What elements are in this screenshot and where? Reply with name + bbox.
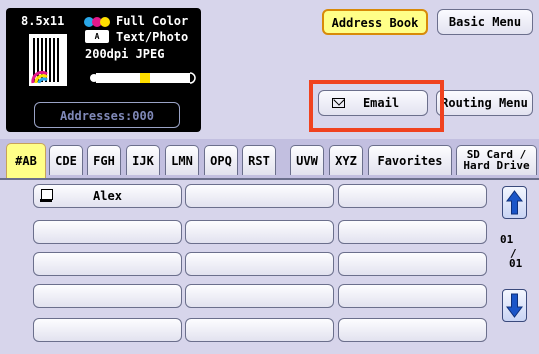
- address-entry[interactable]: [338, 318, 487, 342]
- tab-opq[interactable]: OPQ: [204, 145, 238, 175]
- address-entry[interactable]: [338, 220, 487, 244]
- page-up-button[interactable]: [502, 186, 527, 219]
- email-highlight-box: [309, 80, 444, 132]
- density-slider: [90, 72, 196, 84]
- status-panel: 8.5x11 Full Color A Text/Photo 200dpi JP…: [6, 8, 201, 132]
- address-entry[interactable]: [185, 284, 334, 308]
- image-mode-icon: A: [85, 30, 109, 43]
- tab-sd-card[interactable]: SD Card / Hard Drive: [456, 145, 537, 175]
- tab-fgh[interactable]: FGH: [87, 145, 121, 175]
- address-entry[interactable]: [33, 220, 182, 244]
- address-entry[interactable]: [185, 318, 334, 342]
- tab-bar: #AB CDE FGH IJK LMN OPQ RST UVW XYZ Favo…: [0, 139, 539, 179]
- address-entry[interactable]: [33, 284, 182, 308]
- address-entry[interactable]: [33, 318, 182, 342]
- address-entry[interactable]: [185, 184, 334, 208]
- pager: 01 / 01: [498, 186, 532, 334]
- address-entry[interactable]: Alex: [33, 184, 182, 208]
- address-entry[interactable]: [338, 252, 487, 276]
- resolution-label: 200dpi JPEG: [85, 47, 165, 61]
- tab-favorites[interactable]: Favorites: [368, 145, 452, 175]
- tab-ijk[interactable]: IJK: [126, 145, 160, 175]
- tab-sd-card-line2: Hard Drive: [463, 159, 530, 172]
- color-mode-label: Full Color: [116, 14, 189, 28]
- page-down-button[interactable]: [502, 289, 527, 322]
- tab-uvw[interactable]: UVW: [290, 145, 324, 175]
- tab-lmn[interactable]: LMN: [165, 145, 199, 175]
- up-arrow-icon: [506, 190, 523, 215]
- address-entry-label: Alex: [93, 189, 122, 203]
- tab-divider: [0, 178, 539, 180]
- routing-menu-button[interactable]: Routing Menu: [436, 90, 533, 116]
- address-entry[interactable]: [338, 284, 487, 308]
- down-arrow-icon: [506, 293, 523, 318]
- page-icon: [29, 34, 67, 86]
- image-mode-label: Text/Photo: [116, 30, 189, 44]
- address-entry[interactable]: [185, 252, 334, 276]
- address-entry[interactable]: [33, 252, 182, 276]
- tab-ab[interactable]: #AB: [6, 143, 46, 179]
- paper-size-label: 8.5x11: [21, 14, 65, 28]
- color-mode-icon: [84, 17, 110, 27]
- address-entry[interactable]: [338, 184, 487, 208]
- address-book-button[interactable]: Address Book: [322, 9, 428, 35]
- tab-cde[interactable]: CDE: [49, 145, 83, 175]
- address-entry[interactable]: [185, 220, 334, 244]
- page-current: 01: [500, 233, 514, 246]
- pc-icon: [40, 189, 53, 202]
- tab-rst[interactable]: RST: [242, 145, 276, 175]
- address-book-screen: 8.5x11 Full Color A Text/Photo 200dpi JP…: [0, 0, 539, 354]
- rainbow-icon: [31, 70, 48, 84]
- basic-menu-button[interactable]: Basic Menu: [437, 9, 533, 35]
- tab-xyz[interactable]: XYZ: [329, 145, 363, 175]
- page-total: 01: [509, 257, 523, 270]
- addresses-button[interactable]: Addresses:000: [34, 102, 180, 128]
